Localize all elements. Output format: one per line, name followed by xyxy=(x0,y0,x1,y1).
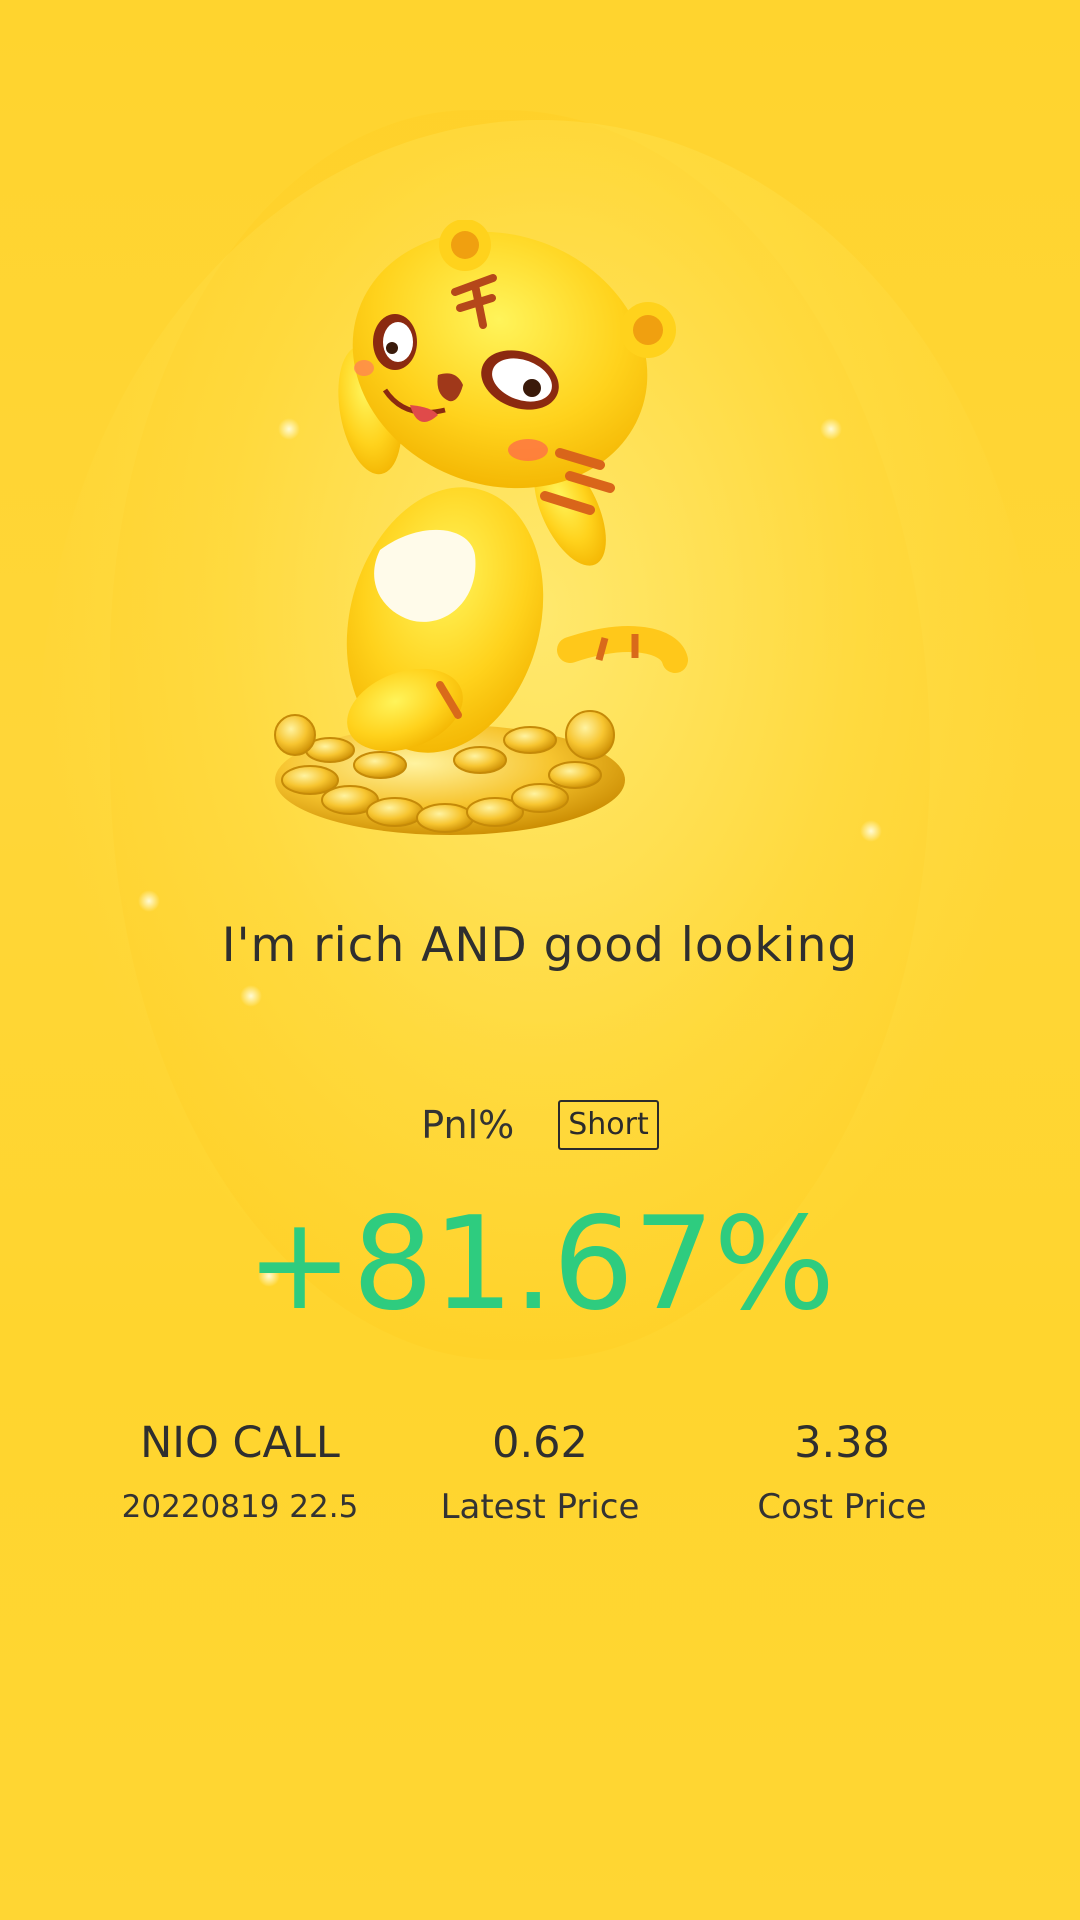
tiger-mascot-icon xyxy=(270,219,810,860)
latest-price-label: Latest Price xyxy=(440,1487,640,1527)
latest-price-stat: 0.62 Latest Price xyxy=(375,1415,705,1529)
position-direction-badge: Short xyxy=(558,1100,659,1150)
instrument-stat: NIO CALL 20220819 22.5 xyxy=(75,1415,405,1529)
share-tagline: I'm rich AND good looking xyxy=(221,918,859,973)
position-stats: NIO CALL 20220819 22.5 0.62 Latest Price… xyxy=(0,1415,1080,1555)
sparkle-decoration xyxy=(240,985,262,1007)
pnl-percentage: +81.67% xyxy=(245,1190,835,1339)
instrument-detail: 20220819 22.5 xyxy=(121,1489,359,1525)
pnl-label: Pnl% xyxy=(421,1103,515,1147)
instrument-name: NIO CALL xyxy=(140,1418,340,1468)
sparkle-decoration xyxy=(860,820,882,842)
latest-price-value: 0.62 xyxy=(492,1418,588,1468)
pnl-header: Pnl% Short xyxy=(0,1100,1080,1150)
cost-price-label: Cost Price xyxy=(757,1487,927,1527)
sparkle-decoration xyxy=(138,890,160,912)
cost-price-stat: 3.38 Cost Price xyxy=(677,1415,1007,1529)
sparkle-decoration xyxy=(820,418,842,440)
cost-price-value: 3.38 xyxy=(794,1418,890,1468)
